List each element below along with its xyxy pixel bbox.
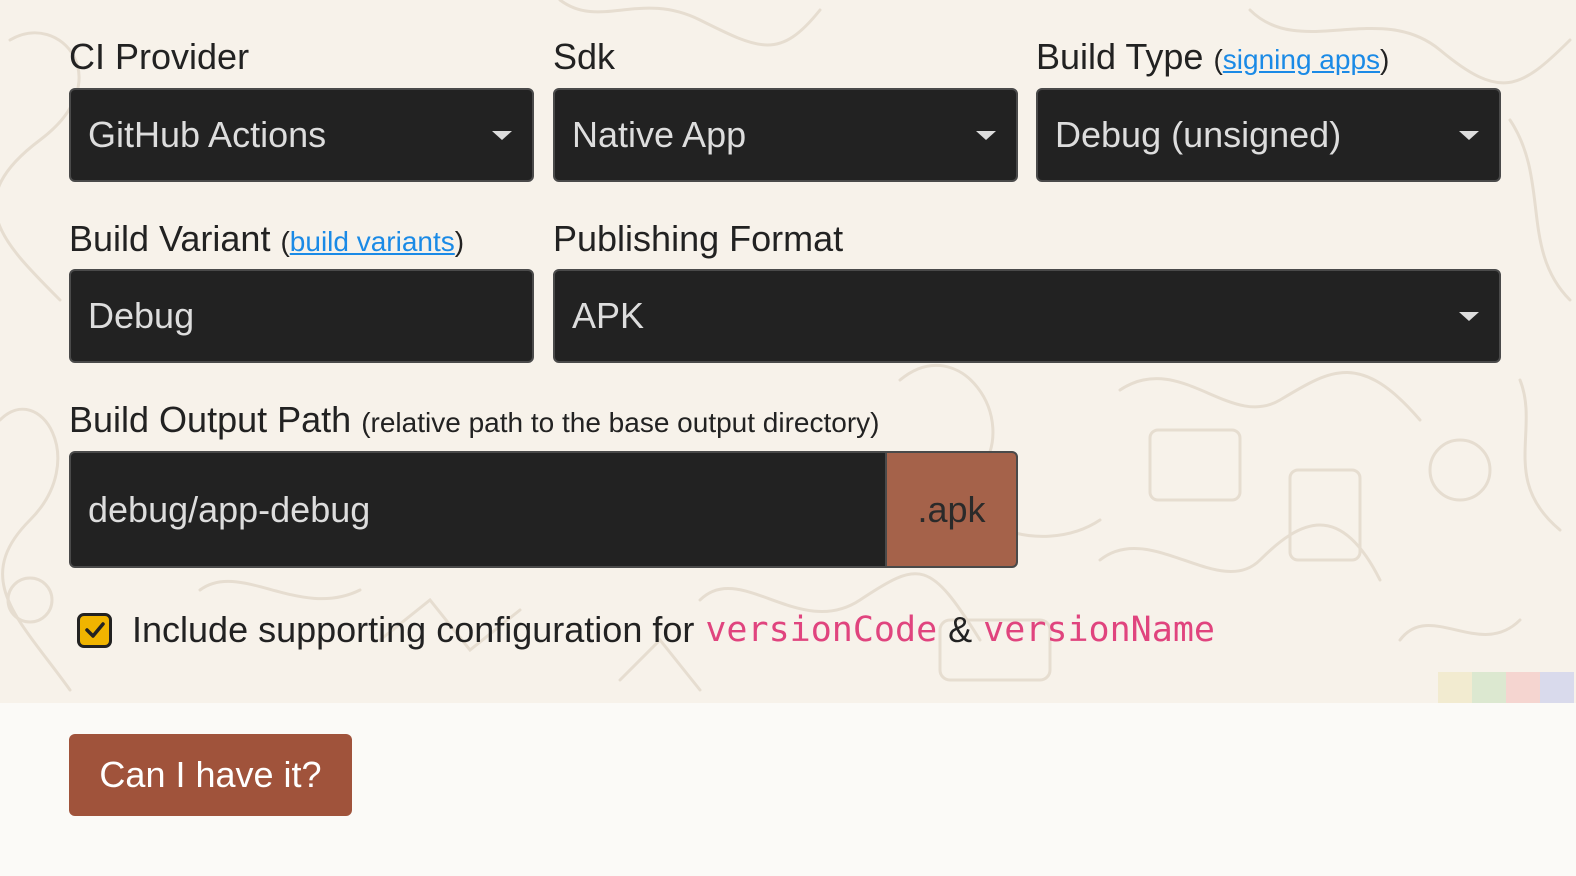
file-extension-addon: .apk xyxy=(885,453,1016,566)
chevron-down-icon xyxy=(976,131,996,140)
build-variant-paren-close: ) xyxy=(454,226,465,257)
color-swatch-red xyxy=(1506,672,1540,703)
color-swatch-green xyxy=(1472,672,1506,703)
build-type-value: Debug (unsigned) xyxy=(1055,114,1342,155)
build-variant-label-text: Build Variant xyxy=(69,218,271,259)
version-config-checkbox[interactable] xyxy=(77,612,112,648)
ci-provider-value: GitHub Actions xyxy=(88,114,327,155)
signing-apps-link[interactable]: signing apps xyxy=(1223,44,1380,75)
build-type-paren-open: ( xyxy=(1213,44,1223,75)
ci-provider-label-text: CI Provider xyxy=(69,36,250,77)
publishing-format-label: Publishing Format xyxy=(553,219,843,259)
sdk-label: Sdk xyxy=(553,37,615,77)
chevron-down-icon xyxy=(1459,312,1479,321)
ampersand-text: & xyxy=(948,609,973,650)
build-type-label: Build Type (signing apps) xyxy=(1036,37,1389,80)
build-output-path-hint: (relative path to the base output direct… xyxy=(361,407,880,438)
sdk-label-text: Sdk xyxy=(553,36,616,77)
chevron-down-icon xyxy=(492,131,512,140)
build-output-path-value: debug/app-debug xyxy=(88,488,371,530)
color-swatch-yellow xyxy=(1438,672,1472,703)
build-output-path-input[interactable]: debug/app-debug .apk xyxy=(69,451,1018,568)
ci-provider-label: CI Provider xyxy=(69,37,249,77)
build-type-paren-close: ) xyxy=(1380,44,1390,75)
sdk-select[interactable]: Native App xyxy=(553,88,1018,182)
version-name-token: versionName xyxy=(983,610,1215,650)
build-type-label-text: Build Type xyxy=(1036,36,1204,77)
chevron-down-icon xyxy=(1459,131,1479,140)
build-type-select[interactable]: Debug (unsigned) xyxy=(1036,88,1501,182)
color-swatch-blue xyxy=(1540,672,1574,703)
build-variant-label: Build Variant (build variants) xyxy=(69,219,464,262)
build-output-path-label: Build Output Path (relative path to the … xyxy=(69,400,880,443)
ci-provider-select[interactable]: GitHub Actions xyxy=(69,88,534,182)
build-variant-paren-open: ( xyxy=(280,226,290,257)
build-variants-link[interactable]: build variants xyxy=(290,226,455,257)
version-config-row: Include supporting configuration for ver… xyxy=(77,609,1215,651)
build-output-path-label-text: Build Output Path xyxy=(69,399,352,440)
submit-button-label: Can I have it? xyxy=(99,754,322,795)
version-code-token: versionCode xyxy=(705,610,938,650)
build-variant-value: Debug xyxy=(88,295,195,336)
checkmark-icon xyxy=(84,622,105,638)
submit-button[interactable]: Can I have it? xyxy=(69,734,352,816)
version-config-text: Include supporting configuration for xyxy=(132,609,695,650)
publishing-format-select[interactable]: APK xyxy=(553,269,1501,363)
publishing-format-value: APK xyxy=(572,295,645,336)
build-variant-input[interactable]: Debug xyxy=(69,269,534,363)
publishing-format-label-text: Publishing Format xyxy=(553,218,844,259)
sdk-value: Native App xyxy=(572,114,747,155)
